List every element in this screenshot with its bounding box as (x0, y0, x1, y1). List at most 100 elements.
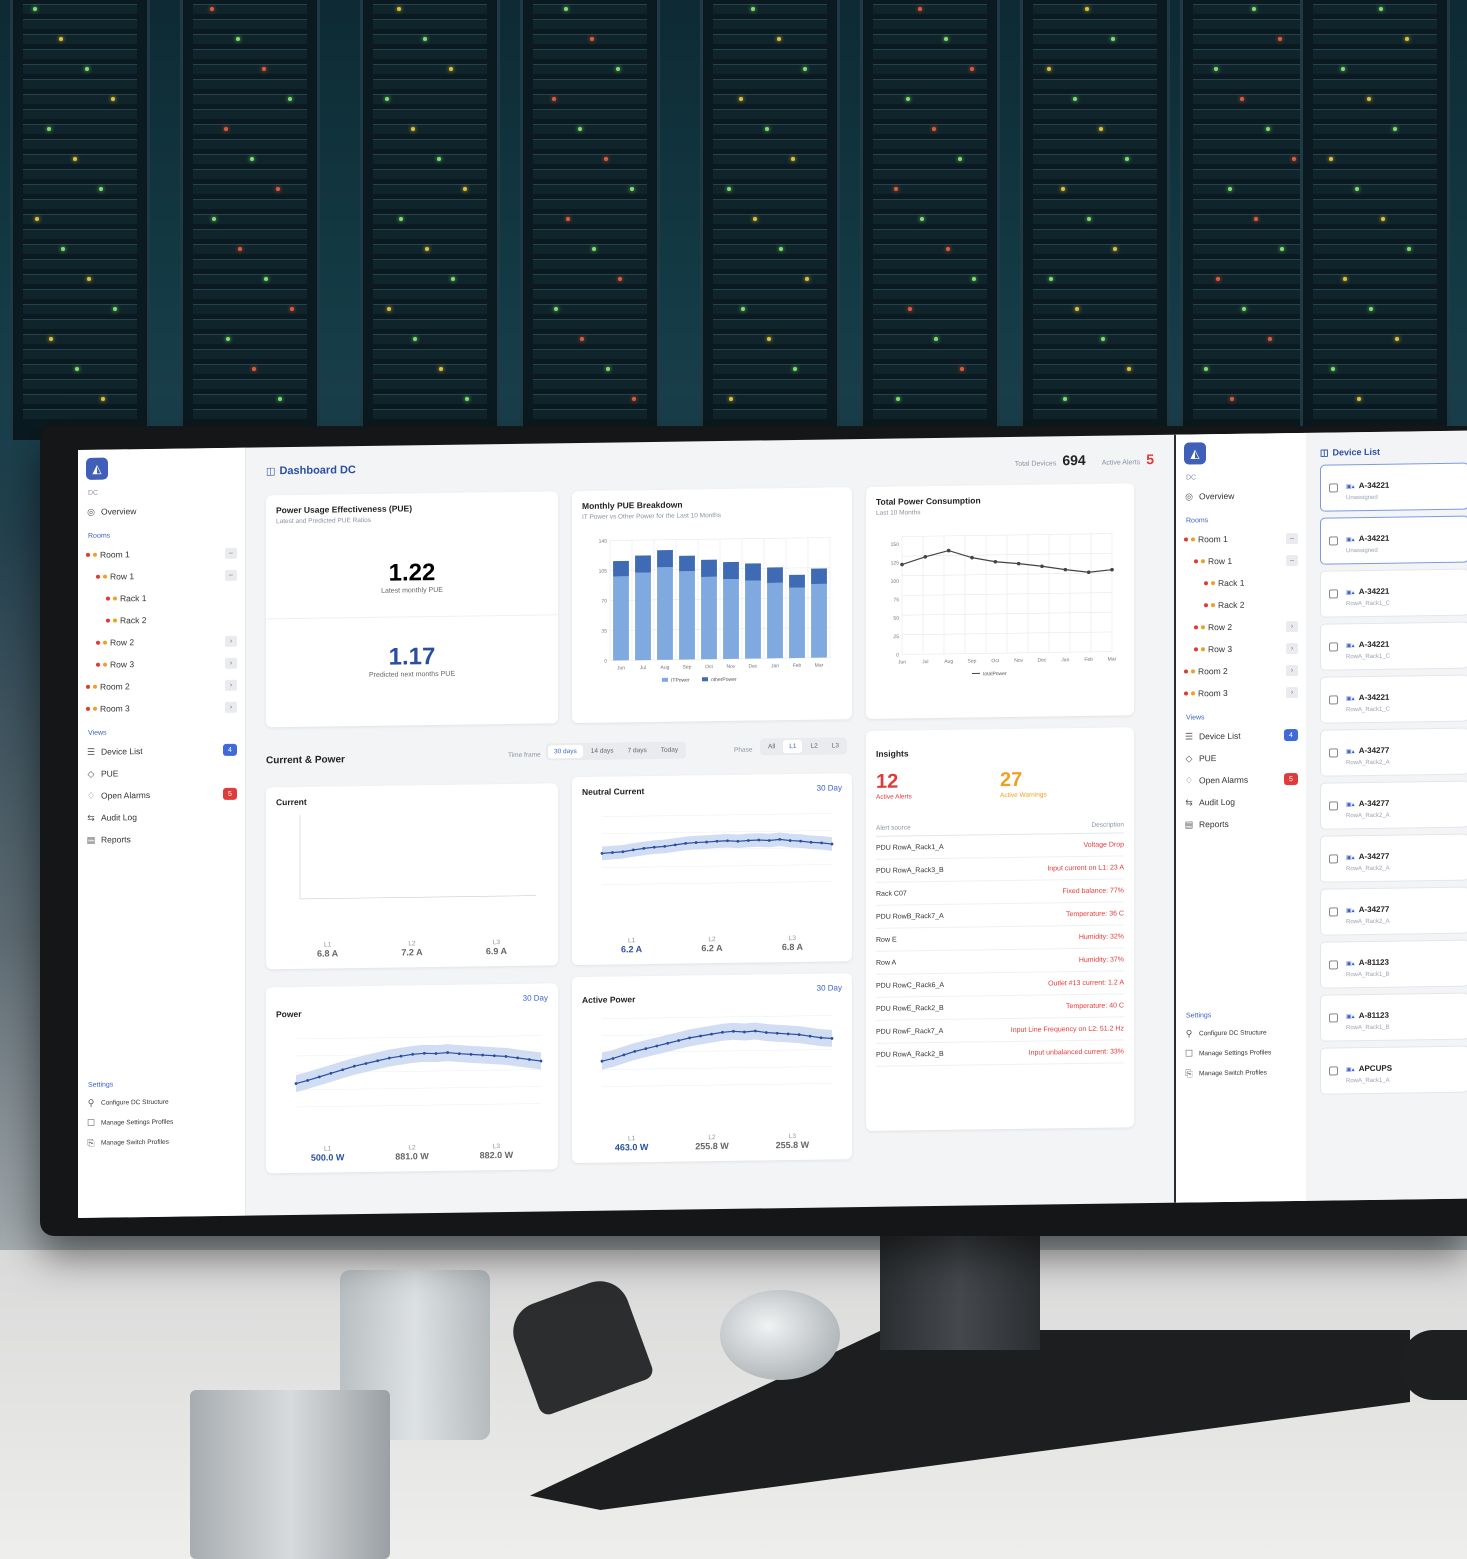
table-row[interactable]: PDU RowB_Rack7_A Temperature: 36 C (876, 902, 1124, 929)
device-checkbox[interactable] (1329, 960, 1338, 970)
rack-unit (373, 124, 487, 134)
tree-item[interactable]: Room 3 › (1184, 681, 1298, 705)
phase-option[interactable]: L3 (826, 739, 845, 752)
tree-item[interactable]: Row 1 – (1184, 549, 1298, 573)
chevron-icon[interactable]: – (225, 547, 237, 559)
tree-item[interactable]: Room 1 – (1184, 527, 1298, 551)
tree-item[interactable]: Room 3 › (86, 696, 237, 720)
table-row[interactable]: Rack C07 Fixed balance: 77% (876, 879, 1124, 906)
device-checkbox[interactable] (1329, 748, 1338, 758)
sidebar-item-view[interactable]: ◇ PUE (86, 761, 237, 785)
time-frame-option[interactable]: Today (655, 744, 684, 757)
tree-item[interactable]: Row 3 › (1184, 637, 1298, 661)
tree-item[interactable]: Row 2 › (86, 630, 237, 654)
tree-item[interactable]: Rack 2 (86, 608, 237, 632)
table-row[interactable]: PDU RowA_Rack1_A Voltage Drop (876, 833, 1124, 860)
tree-item[interactable]: Row 2 › (1184, 615, 1298, 639)
chevron-icon[interactable]: – (1286, 554, 1298, 566)
table-row[interactable]: Row A Humidity: 37% (876, 948, 1124, 975)
device-checkbox[interactable] (1329, 1066, 1338, 1076)
status-led (920, 217, 924, 221)
table-row[interactable]: Row E Humidity: 32% (876, 925, 1124, 952)
device-card[interactable]: ▣▴ A-34221 RowA_Rack1_C (1320, 674, 1467, 724)
sidebar-item-view[interactable]: ◇ PUE (1184, 746, 1298, 770)
tree-item[interactable]: Room 1 – (86, 542, 237, 566)
tree-item[interactable]: Rack 2 (1184, 593, 1298, 617)
app-logo-icon[interactable]: ◭ (1184, 442, 1206, 465)
app-logo-icon[interactable]: ◭ (86, 457, 108, 480)
phase-option[interactable]: L2 (804, 740, 823, 753)
sidebar-item-view[interactable]: ▤ Reports (86, 827, 237, 851)
table-row[interactable]: PDU RowA_Rack3_B Input current on L1: 23 … (876, 856, 1124, 883)
settings-item[interactable]: ⚲ Configure DC Structure (1184, 1022, 1298, 1044)
chevron-icon[interactable]: › (1286, 620, 1298, 632)
device-card[interactable]: ▣▴ A-34221 Unassigned (1320, 462, 1467, 512)
tree-item[interactable]: Row 3 › (86, 652, 237, 676)
power-range-link[interactable]: 30 Day (523, 993, 548, 1002)
time-frame-option[interactable]: 7 days (622, 744, 653, 757)
time-frame-option[interactable]: 14 days (585, 744, 620, 757)
tree-item[interactable]: Rack 1 (1184, 571, 1298, 595)
device-card[interactable]: ▣▴ A-34221 RowA_Rack1_C (1320, 621, 1467, 671)
tree-item[interactable]: Row 1 – (86, 564, 237, 588)
device-card[interactable]: ▣▴ A-34277 RowA_Rack2_A (1320, 727, 1467, 777)
device-card[interactable]: ▣▴ A-81123 RowA_Rack1_B (1320, 939, 1467, 989)
phase-option[interactable]: L1 (783, 739, 803, 754)
device-card[interactable]: ▣▴ APCUPS RowA_Rack1_A (1320, 1045, 1467, 1095)
device-card[interactable]: ▣▴ A-34221 Unassigned (1320, 515, 1467, 565)
time-frame-option[interactable]: 30 days (548, 744, 583, 759)
sidebar-item-view[interactable]: ▤ Reports (1184, 812, 1298, 836)
rack-unit (193, 19, 307, 29)
device-card[interactable]: ▣▴ A-81123 RowA_Rack1_B (1320, 992, 1467, 1042)
chevron-icon[interactable]: › (225, 657, 237, 669)
device-checkbox[interactable] (1329, 907, 1338, 917)
sidebar-item-view[interactable]: ♢ Open Alarms 5 (1184, 768, 1298, 792)
chevron-icon[interactable]: › (225, 679, 237, 691)
neutral-range-link[interactable]: 30 Day (817, 783, 842, 792)
chevron-icon[interactable]: › (1286, 642, 1298, 654)
settings-item[interactable]: ⎘ Manage Switch Profiles (86, 1131, 237, 1153)
device-checkbox[interactable] (1329, 854, 1338, 864)
chevron-icon[interactable]: – (1286, 532, 1298, 544)
chevron-icon[interactable]: › (225, 635, 237, 647)
tree-item[interactable]: Rack 1 (86, 586, 237, 610)
sidebar-item-overview[interactable]: ◎ Overview (1184, 484, 1298, 508)
table-row[interactable]: PDU RowC_Rack6_A Outlet #13 current: 1.2 … (876, 971, 1124, 998)
settings-item[interactable]: ☐ Manage Settings Profiles (1184, 1042, 1298, 1064)
device-checkbox[interactable] (1329, 536, 1338, 546)
settings-item[interactable]: ⎘ Manage Switch Profiles (1184, 1062, 1298, 1084)
chevron-icon[interactable]: › (225, 701, 237, 713)
sidebar-item-view[interactable]: ♢ Open Alarms 5 (86, 783, 237, 807)
table-row[interactable]: PDU RowA_Rack2_B Input unbalanced current… (876, 1040, 1124, 1067)
device-checkbox[interactable] (1329, 801, 1338, 811)
chevron-icon[interactable]: › (1286, 686, 1298, 698)
active-power-range-link[interactable]: 30 Day (817, 983, 842, 992)
rack-unit (1193, 304, 1317, 314)
device-checkbox[interactable] (1329, 695, 1338, 705)
sidebar-item-view[interactable]: ⇆ Audit Log (86, 805, 237, 829)
device-card[interactable]: ▣▴ A-34277 RowA_Rack2_A (1320, 886, 1467, 936)
table-row[interactable]: PDU RowF_Rack7_A Input Line Frequency on … (876, 1017, 1124, 1044)
sidebar-item-view[interactable]: ☰ Device List 4 (86, 739, 237, 763)
settings-item[interactable]: ☐ Manage Settings Profiles (86, 1111, 237, 1133)
chevron-icon[interactable]: – (225, 569, 237, 581)
device-checkbox[interactable] (1329, 483, 1338, 493)
sidebar-item-overview[interactable]: ◎ Overview (86, 499, 237, 523)
tree-item-label: Row 1 (1208, 555, 1233, 567)
sidebar-item-view[interactable]: ⇆ Audit Log (1184, 790, 1298, 814)
device-checkbox[interactable] (1329, 589, 1338, 599)
x-tick-label: Nov (1014, 658, 1023, 664)
device-card[interactable]: ▣▴ A-34277 RowA_Rack2_A (1320, 833, 1467, 883)
device-checkbox[interactable] (1329, 642, 1338, 652)
device-card[interactable]: ▣▴ A-34277 RowA_Rack2_A (1320, 780, 1467, 830)
table-row[interactable]: PDU RowE_Rack2_B Temperature: 40 C (876, 994, 1124, 1021)
monitor-stand-neck (880, 1230, 1040, 1350)
device-card[interactable]: ▣▴ A-34221 RowA_Rack1_C (1320, 568, 1467, 618)
tree-item[interactable]: Room 2 › (86, 674, 237, 698)
settings-item[interactable]: ⚲ Configure DC Structure (86, 1091, 237, 1113)
sidebar-item-view[interactable]: ☰ Device List 4 (1184, 724, 1298, 748)
chevron-icon[interactable]: › (1286, 664, 1298, 676)
tree-item[interactable]: Room 2 › (1184, 659, 1298, 683)
device-checkbox[interactable] (1329, 1013, 1338, 1023)
phase-option[interactable]: All (762, 740, 781, 753)
